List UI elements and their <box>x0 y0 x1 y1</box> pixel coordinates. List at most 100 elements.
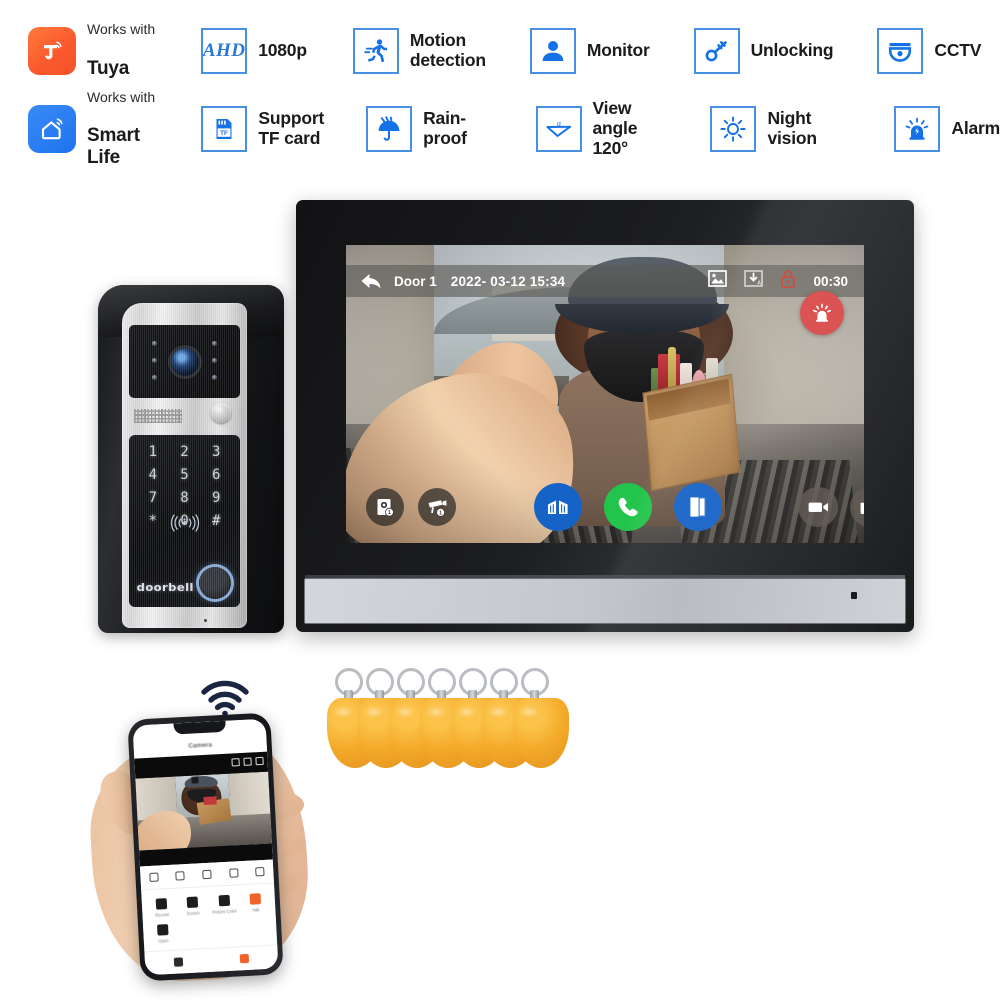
playback-icon[interactable] <box>173 957 183 967</box>
feature-monitor-label: Monitor <box>586 40 650 61</box>
ir-led <box>212 358 217 363</box>
keypad-key[interactable]: 6 <box>200 468 232 482</box>
keypad-key[interactable]: 2 <box>169 445 201 459</box>
settings-icon[interactable] <box>239 953 250 964</box>
keypad-key[interactable]: 4 <box>137 468 169 482</box>
rfid-wave-icon <box>163 513 207 533</box>
door-unlock-icon[interactable] <box>674 483 722 531</box>
feature-unlocking-label: Unlocking <box>750 40 834 61</box>
ir-led <box>212 375 217 380</box>
keypad-key[interactable]: 7 <box>137 491 169 505</box>
rotate-icon[interactable] <box>228 868 239 878</box>
app-title: Camera <box>188 741 213 750</box>
screen-status-bar: Door 1 2022- 03-12 15:34 A 00:30 <box>346 265 864 297</box>
app-tab-bar[interactable] <box>144 944 279 976</box>
app-action-picture-color[interactable]: Picture Color <box>208 894 240 915</box>
video-timestamp-overlay <box>191 776 199 784</box>
fingerprint-button-icon[interactable] <box>199 567 231 599</box>
camcorder-icon[interactable] <box>798 487 838 527</box>
key-icon <box>693 28 740 74</box>
app-action-open[interactable]: Open <box>147 924 179 945</box>
fob-body <box>513 698 569 768</box>
mute-icon[interactable] <box>202 869 212 880</box>
keypad-panel[interactable]: 1 2 3 4 5 6 7 8 9 * 0 # doorbell <box>129 435 240 607</box>
monitor-screen[interactable]: Door 1 2022- 03-12 15:34 A 00:30 1 1 <box>346 245 864 543</box>
ir-led <box>152 375 157 380</box>
phone-screen[interactable]: Camera Record Screen Picture Color Talk … <box>132 718 279 976</box>
app-action-talk[interactable]: Talk <box>239 893 271 914</box>
wifi-icon <box>200 680 250 718</box>
feature-monitor: Monitor <box>529 28 650 74</box>
keypad-key[interactable]: 9 <box>200 491 232 505</box>
feature-alarm: Alarm <box>894 106 1000 152</box>
monitor-bottom-bar <box>304 575 906 624</box>
product-image: Works with Tuya AHD 1080p Motion detecti… <box>0 0 1000 1000</box>
microphone-hole <box>204 619 207 622</box>
app-action-screenshot[interactable]: Screen <box>177 896 209 917</box>
grid-icon[interactable] <box>255 756 264 766</box>
tuya-works-with: Works with <box>87 21 156 38</box>
app-video-feed <box>135 771 272 851</box>
app-action-label: Picture Color <box>212 908 237 915</box>
fullscreen-icon[interactable] <box>149 872 159 882</box>
view-angle-icon: α <box>535 105 582 152</box>
feature-ahd-label: 1080p <box>258 40 307 61</box>
feature-motion-label: Motion detection <box>409 30 486 70</box>
feature-night-vision-label: Night vision <box>767 108 817 148</box>
keypad-key[interactable]: 8 <box>169 491 201 505</box>
lock-icon[interactable] <box>780 270 796 293</box>
auto-download-icon[interactable]: A <box>744 270 764 292</box>
lock-icon <box>157 924 169 936</box>
feature-tf-card: TF Support TF card <box>201 106 324 152</box>
back-arrow-icon[interactable] <box>360 271 382 291</box>
resolution-icon[interactable] <box>175 871 186 881</box>
more-icon[interactable] <box>255 866 265 877</box>
feature-cctv: CCTV <box>877 28 981 74</box>
door-station-camera-icon[interactable]: 1 <box>366 488 404 526</box>
keypad-key[interactable]: 3 <box>200 445 232 459</box>
ir-led <box>152 341 157 346</box>
rfid-key-fob <box>513 668 569 773</box>
gate-open-icon[interactable] <box>534 483 582 531</box>
umbrella-rain-icon <box>366 106 413 152</box>
camera-lens-icon <box>170 347 199 376</box>
cctv-camera-icon[interactable]: 1 <box>418 488 456 526</box>
smartlife-name: Smart Life <box>87 125 140 168</box>
indoor-monitor: Door 1 2022- 03-12 15:34 A 00:30 1 1 <box>296 200 914 632</box>
feature-smart-life-label: Works with Smart Life <box>87 70 167 188</box>
keypad-key[interactable]: 1 <box>137 445 169 459</box>
datetime-label: 2022- 03-12 15:34 <box>450 273 566 289</box>
ahd-badge-icon: AHD <box>201 28 248 74</box>
picture-icon[interactable] <box>708 270 728 292</box>
tuya-logo <box>28 27 76 75</box>
app-action-label: Record <box>155 912 169 918</box>
feature-row-2: Works with Smart Life TF Support TF card <box>0 89 1000 168</box>
video-overlay-icons[interactable] <box>231 756 264 767</box>
palette-icon <box>218 894 230 907</box>
rfid-key-fobs <box>327 668 569 773</box>
call-timer: 00:30 <box>813 273 848 289</box>
app-action-label: Open <box>158 938 169 944</box>
app-action-record[interactable]: Record <box>146 898 178 919</box>
app-video-area[interactable] <box>134 751 273 867</box>
keypad-key[interactable]: 5 <box>169 468 201 482</box>
siren-alarm-icon[interactable] <box>800 291 844 335</box>
smartphone[interactable]: Camera Record Screen Picture Color Talk … <box>127 712 284 982</box>
camera-panel <box>129 325 240 398</box>
feature-unlocking: Unlocking <box>693 28 834 74</box>
running-person-icon <box>352 28 399 74</box>
phone-handset-icon[interactable] <box>604 483 652 531</box>
hd-icon[interactable] <box>231 758 240 767</box>
screen-control-bar[interactable]: 1 1 <box>346 479 864 535</box>
app-action-grid[interactable]: Record Screen Picture Color Talk Open <box>141 885 277 945</box>
feature-view-angle-label: View angle 120° <box>592 98 638 158</box>
ir-led <box>152 358 157 363</box>
talk-icon <box>249 893 261 905</box>
speaker-grille-icon <box>134 409 182 423</box>
sound-icon[interactable] <box>243 757 252 766</box>
call-button-icon[interactable] <box>211 403 231 423</box>
smartlife-works-with: Works with <box>87 88 156 105</box>
photo-camera-icon[interactable] <box>850 487 864 527</box>
status-icons: A 00:30 <box>708 270 848 293</box>
app-action-label: Talk <box>251 907 260 913</box>
